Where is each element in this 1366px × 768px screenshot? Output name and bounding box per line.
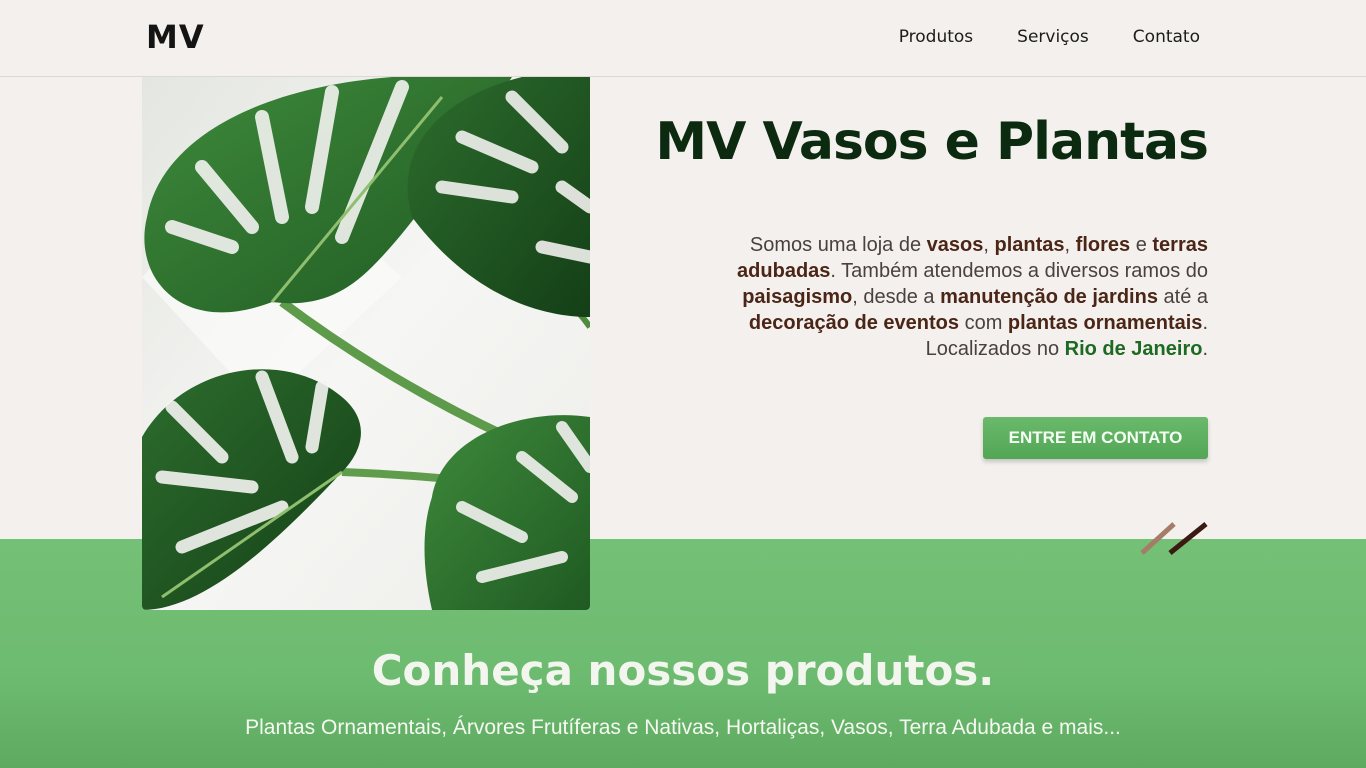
- contact-button[interactable]: ENTRE EM CONTATO: [983, 417, 1208, 459]
- description-text: com: [959, 312, 1008, 334]
- highlight-term: manutenção de jardins: [940, 286, 1158, 308]
- description-text: Somos uma loja de: [749, 234, 927, 256]
- hero-description: Somos uma loja de vasos, plantas, flores…: [668, 232, 1208, 362]
- description-text: , desde a: [852, 286, 941, 308]
- description-text: até a: [1157, 286, 1209, 308]
- products-subtitle: Plantas Ornamentais, Árvores Frutíferas …: [245, 716, 1121, 739]
- nav-contato[interactable]: Contato: [1133, 27, 1200, 47]
- main-nav: Produtos Serviços Contato: [855, 27, 1200, 47]
- highlight-term: decoração de eventos: [748, 312, 960, 334]
- products-title: Conheça nossos produtos.: [371, 646, 995, 695]
- description-text: .: [1202, 338, 1208, 360]
- decorative-stripes-icon: [1140, 522, 1208, 555]
- monstera-leaves-photo: [142, 77, 590, 610]
- location-highlight: Rio de Janeiro: [1064, 338, 1203, 360]
- highlight-term: plantas ornamentais: [1007, 312, 1203, 334]
- nav-produtos[interactable]: Produtos: [899, 27, 973, 47]
- description-text: ,: [1064, 234, 1076, 256]
- description-text: e: [1130, 234, 1153, 256]
- hero-title: MV Vasos e Plantas: [655, 112, 1209, 172]
- site-header: MV Produtos Serviços Contato: [0, 0, 1366, 77]
- highlight-term: vasos: [926, 234, 984, 256]
- highlight-term: paisagismo: [742, 286, 853, 308]
- highlight-term: plantas: [994, 234, 1065, 256]
- description-text: ,: [983, 234, 995, 256]
- description-text: . Também atendemos a diversos ramos do: [830, 260, 1208, 282]
- nav-servicos[interactable]: Serviços: [1017, 27, 1089, 47]
- highlight-term: flores: [1075, 234, 1131, 256]
- logo[interactable]: MV: [146, 18, 205, 56]
